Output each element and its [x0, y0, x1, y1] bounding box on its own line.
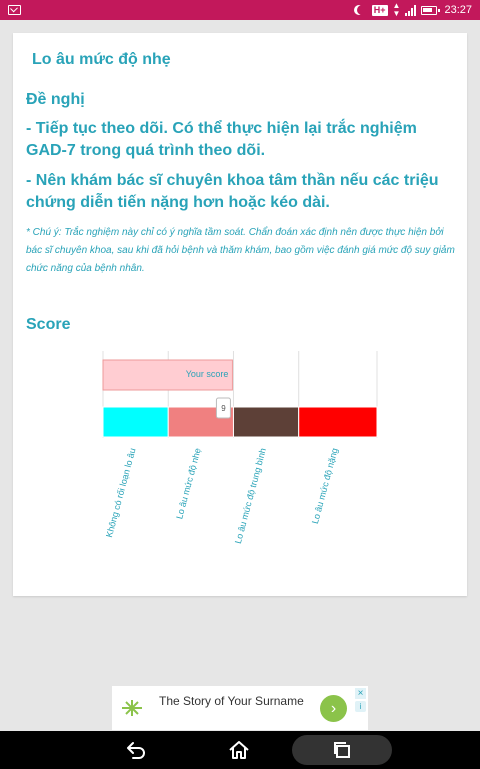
- status-right: H+ ▲ ▼ 23:27: [354, 2, 472, 18]
- ad-text[interactable]: The Story of Your Surname: [159, 693, 319, 709]
- moon-icon: [357, 5, 367, 15]
- category-tick-label: Lo âu mức độ nhẹ: [174, 447, 203, 520]
- signal-icon: [405, 4, 417, 16]
- result-card: Lo âu mức độ nhẹ Đề nghị - Tiếp tục theo…: [13, 33, 467, 596]
- your-score-label: Your score: [186, 369, 229, 379]
- category-tick-label: Lo âu mức độ nặng: [310, 447, 340, 525]
- category-tick-label: Không có rối loạn lo âu: [104, 447, 137, 539]
- home-icon[interactable]: [227, 738, 251, 762]
- navigation-bar: [0, 731, 480, 769]
- network-type-badge: H+: [371, 4, 388, 16]
- recent-apps-icon[interactable]: [330, 738, 354, 762]
- status-bar: H+ ▲ ▼ 23:27: [0, 0, 480, 20]
- category-tick-label: Lo âu mức độ trung bình: [233, 447, 268, 545]
- ad-banner[interactable]: The Story of Your Surname › × i: [112, 686, 368, 730]
- status-left: [8, 5, 21, 15]
- battery-icon: [421, 5, 441, 15]
- ad-logo-icon: [122, 700, 142, 716]
- status-time: 23:27: [444, 4, 472, 16]
- close-icon[interactable]: ×: [355, 688, 366, 699]
- score-chart: Your score 9 Không có rối loạn lo âu Lo âu …: [102, 351, 378, 545]
- segment-bar: [298, 406, 378, 438]
- segment-bar: [102, 406, 169, 438]
- chevron-right-icon[interactable]: ›: [320, 695, 347, 722]
- recent-apps-button[interactable]: [292, 735, 392, 765]
- score-tooltip-value: 9: [221, 404, 226, 413]
- mail-icon: [8, 5, 21, 15]
- ad-info-icon[interactable]: i: [355, 701, 366, 712]
- data-arrows-icon: ▲ ▼: [392, 1, 401, 18]
- back-icon[interactable]: [124, 738, 148, 762]
- segment-bar: [232, 406, 300, 438]
